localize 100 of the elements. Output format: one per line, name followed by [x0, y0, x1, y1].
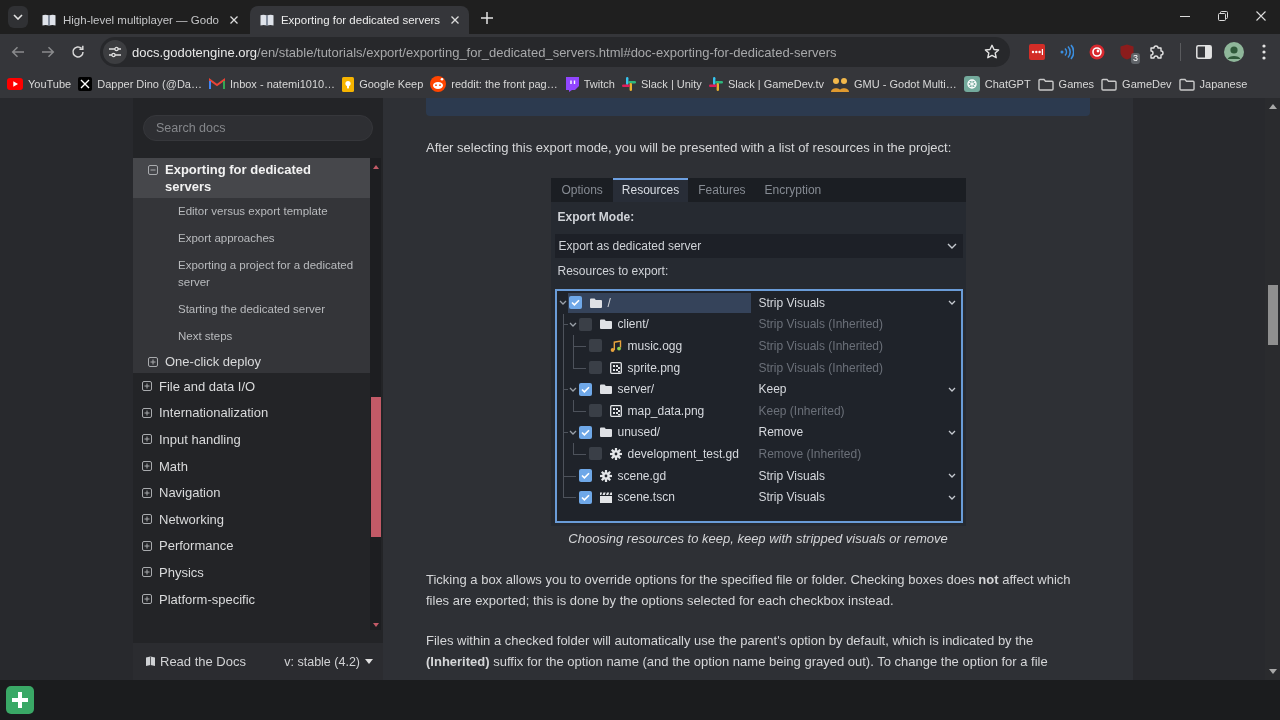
- chevron-down-icon[interactable]: [558, 300, 567, 306]
- bookmark[interactable]: Slack | GameDev.tv: [705, 75, 828, 93]
- browser-tab[interactable]: Exporting for dedicated servers: [249, 6, 470, 34]
- bookmark[interactable]: Dapper Dino (@Da…: [75, 75, 205, 93]
- tab[interactable]: Resources: [612, 178, 689, 202]
- file-name[interactable]: map_data.png: [627, 403, 705, 418]
- bookmark[interactable]: Slack | Unity: [618, 75, 705, 93]
- file-name[interactable]: sprite.png: [627, 360, 681, 375]
- nav-subitem[interactable]: Export approaches: [133, 225, 370, 252]
- plus-box-icon[interactable]: [142, 461, 152, 472]
- url-text[interactable]: docs.godotengine.org/en/stable/tutorials/export/exporting_for_dedicated_servers.html#doc-exporting-for-dedicated-servers: [132, 44, 837, 60]
- clapperboard-icon: [599, 491, 612, 503]
- chevron-down-icon: [946, 243, 957, 249]
- scrollbar-track[interactable]: [370, 158, 381, 630]
- checkbox[interactable]: [578, 490, 592, 504]
- bookmark[interactable]: YouTube: [4, 76, 75, 92]
- file-name[interactable]: scene.gd: [617, 468, 667, 483]
- checkbox[interactable]: [578, 317, 592, 331]
- tab[interactable]: Encryption: [755, 178, 831, 202]
- arrow-up-icon[interactable]: [1268, 104, 1277, 109]
- arrow-up-icon[interactable]: [372, 165, 379, 169]
- nav-subitem[interactable]: Editor versus export template: [133, 198, 370, 225]
- checkbox[interactable]: [578, 382, 592, 396]
- option-dropdown[interactable]: Strip Visuals: [758, 490, 956, 505]
- nav-item[interactable]: One-click deploy: [133, 350, 370, 373]
- checkbox[interactable]: [578, 425, 592, 439]
- chevron-down-icon[interactable]: [568, 321, 577, 327]
- chevron-down-icon[interactable]: [568, 386, 577, 392]
- nav-item[interactable]: Navigation: [133, 479, 370, 506]
- nav-item[interactable]: Exporting for dedicated servers: [133, 158, 370, 198]
- bookmark[interactable]: GMU - Godot Multi…: [828, 74, 960, 94]
- option-dropdown[interactable]: Remove: [758, 425, 956, 440]
- plus-icon[interactable]: [6, 686, 34, 714]
- checkbox[interactable]: [588, 361, 602, 375]
- bookmark[interactable]: Games: [1034, 75, 1098, 93]
- scrollbar-thumb[interactable]: [370, 397, 381, 537]
- scrollbar-thumb[interactable]: [1267, 285, 1278, 345]
- checkbox[interactable]: [588, 339, 602, 353]
- version-selector[interactable]: v: stable (4.2): [284, 654, 373, 669]
- bookmark[interactable]: Google Keep: [339, 74, 427, 94]
- nav-item[interactable]: Input handling: [133, 426, 370, 453]
- bookmark[interactable]: reddit: the front pag…: [427, 74, 561, 94]
- nav-item[interactable]: Networking: [133, 505, 370, 533]
- nav-item[interactable]: Internationalization: [133, 399, 370, 427]
- bookmark[interactable]: ChatGPT: [960, 74, 1034, 94]
- file-name[interactable]: development_test.gd: [627, 446, 739, 461]
- plus-box-icon[interactable]: [142, 434, 152, 445]
- bookmark[interactable]: Inbox - natemi1010…: [205, 76, 339, 92]
- option-dropdown[interactable]: Strip Visuals: [758, 468, 956, 483]
- bookmark[interactable]: Twitch: [561, 74, 618, 94]
- file-name[interactable]: /: [607, 295, 611, 310]
- field-label: Export Mode:: [556, 209, 636, 226]
- search-field[interactable]: Search docs: [143, 115, 373, 141]
- plus-box-icon[interactable]: [142, 540, 152, 551]
- tab[interactable]: Features: [689, 178, 755, 202]
- nav-item[interactable]: Math: [133, 452, 370, 480]
- nav-item[interactable]: File and data I/O: [133, 373, 370, 400]
- nav-subitem[interactable]: Starting the dedicated server: [133, 296, 370, 323]
- minus-box-icon[interactable]: [148, 164, 158, 175]
- option-dropdown[interactable]: Strip Visuals: [758, 295, 956, 310]
- checkbox[interactable]: [588, 447, 602, 461]
- file-name[interactable]: client/: [617, 317, 649, 332]
- tab[interactable]: Options: [552, 178, 612, 202]
- arrow-down-icon[interactable]: [372, 623, 379, 627]
- plus-box-icon[interactable]: [142, 514, 152, 525]
- chevron-down-icon[interactable]: [568, 429, 577, 435]
- signal-waves-icon: [1060, 44, 1074, 60]
- checkbox[interactable]: [588, 404, 602, 418]
- figure-caption: Choosing resources to keep, keep with stripped visuals or remove: [567, 529, 949, 548]
- tab-list-button[interactable]: [8, 6, 28, 28]
- nav-item[interactable]: Platform-specific: [133, 585, 370, 613]
- checkbox[interactable]: [578, 469, 592, 483]
- arrow-down-icon[interactable]: [1268, 669, 1277, 674]
- file-name[interactable]: music.ogg: [627, 339, 683, 353]
- plus-box-icon[interactable]: [142, 487, 152, 498]
- plus-box-icon[interactable]: [142, 381, 152, 392]
- export-mode-dropdown[interactable]: Export as dedicated server: [554, 234, 963, 258]
- restore-icon: [1218, 11, 1228, 21]
- people-icon: [831, 76, 850, 92]
- file-name[interactable]: scene.tscn: [617, 490, 675, 505]
- extension-button[interactable]: 3: [1113, 38, 1141, 66]
- file-name[interactable]: unused/: [617, 425, 661, 440]
- nav-item[interactable]: Physics: [133, 559, 370, 586]
- x-logo-icon: [78, 77, 93, 91]
- file-name[interactable]: server/: [617, 382, 655, 397]
- nav-subitem[interactable]: Next steps: [133, 323, 370, 350]
- bookmark[interactable]: GameDev: [1098, 75, 1175, 93]
- site-info-icon[interactable]: [103, 40, 127, 64]
- plus-box-icon[interactable]: [142, 407, 152, 418]
- address-bar[interactable]: docs.godotengine.org/en/stable/tutorials/export/exporting_for_dedicated_servers.html#doc-exporting-for-dedicated-servers: [100, 37, 1010, 67]
- plus-box-icon[interactable]: [142, 594, 152, 605]
- browser-tab[interactable]: High-level multiplayer — Godo: [32, 6, 248, 34]
- plus-box-icon[interactable]: [142, 567, 152, 578]
- option-dropdown[interactable]: Keep: [758, 382, 956, 397]
- image-file-icon: [609, 361, 622, 374]
- read-the-docs-link[interactable]: Read the Docs: [145, 654, 246, 669]
- bookmark[interactable]: Japanese: [1175, 75, 1251, 93]
- plus-box-icon[interactable]: [148, 356, 158, 367]
- nav-item[interactable]: Performance: [133, 532, 370, 560]
- nav-subitem[interactable]: Exporting a project for a dedicated server: [133, 252, 370, 296]
